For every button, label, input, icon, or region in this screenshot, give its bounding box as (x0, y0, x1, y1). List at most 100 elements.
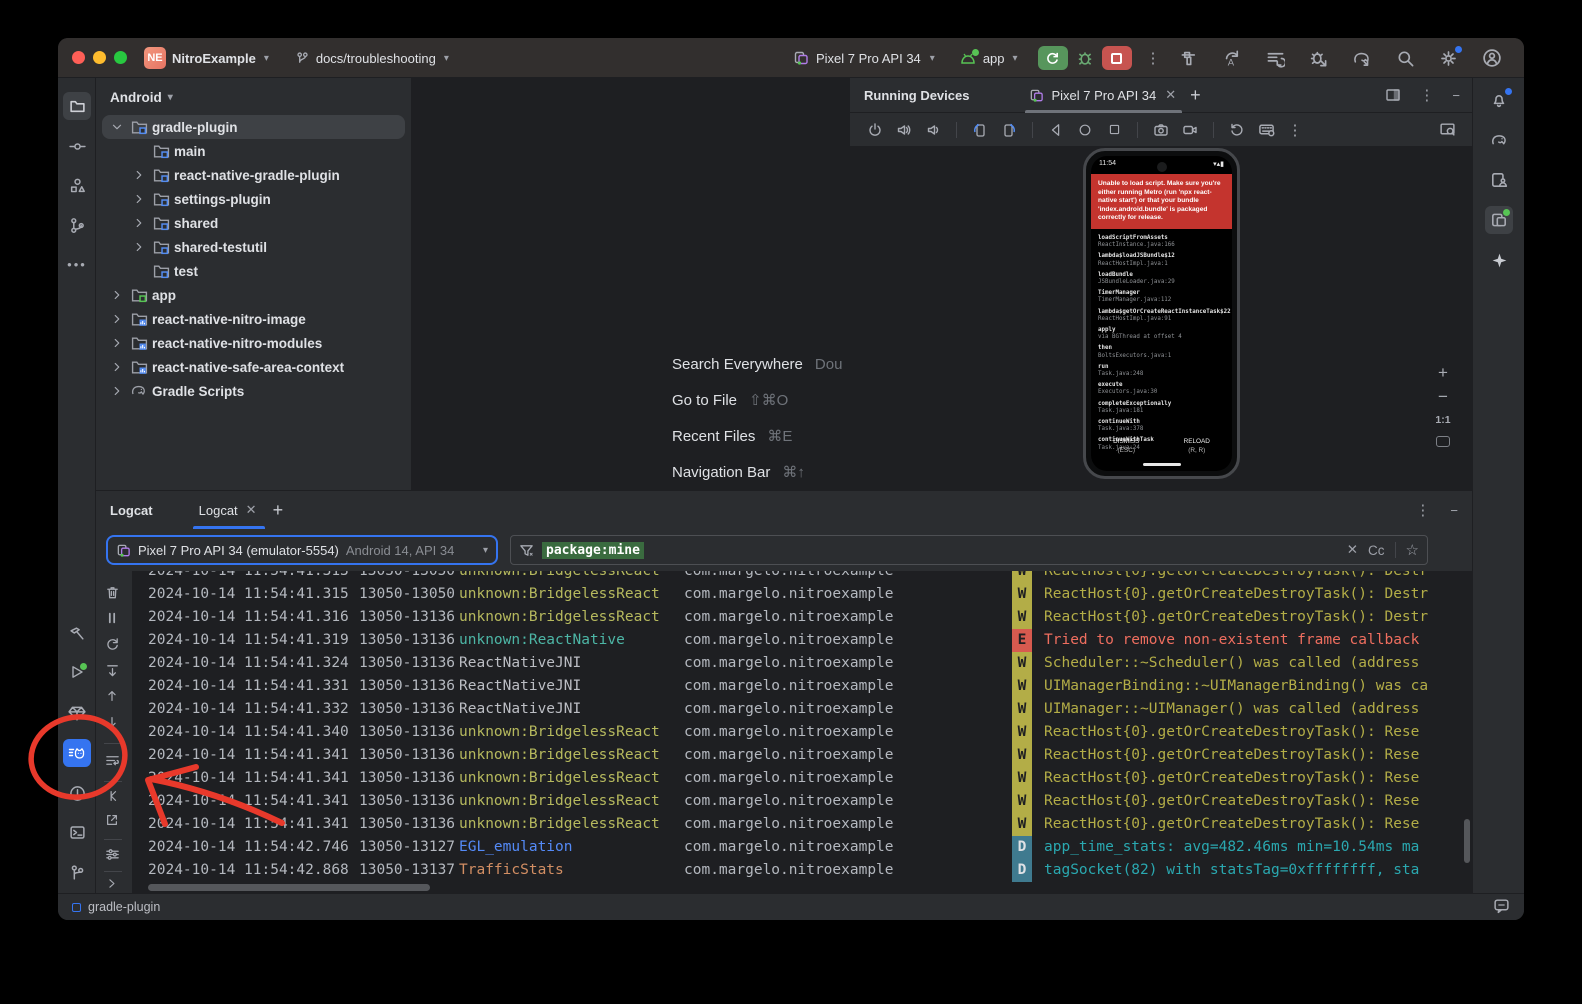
log-row[interactable]: 2024-10-14 11:54:42.74613050-13127EGL_em… (132, 836, 1472, 859)
vertical-scrollbar[interactable] (1464, 819, 1470, 863)
attach-debugger-button[interactable] (1309, 49, 1328, 68)
new-logcat-tab-button[interactable]: + (265, 500, 292, 521)
git-tool-button[interactable] (63, 211, 91, 239)
build-button[interactable] (1180, 49, 1199, 68)
filter-query[interactable]: package:mine (542, 542, 644, 559)
match-case-toggle[interactable]: Cc (1368, 543, 1385, 558)
pause-logcat-button[interactable] (105, 611, 119, 628)
snapshot-button[interactable] (1226, 119, 1248, 141)
chevron-right-icon[interactable] (128, 192, 150, 206)
log-row[interactable]: 2024-10-14 11:54:41.31513050-13050unknow… (132, 583, 1472, 606)
hide-panel-button[interactable]: − (1452, 88, 1460, 103)
log-row[interactable]: 2024-10-14 11:54:41.32413050-13136ReactN… (132, 652, 1472, 675)
quick-feedback-button[interactable] (1493, 897, 1510, 917)
tree-item-react-native-nitro-modules[interactable]: react-native-nitro-modules (102, 331, 405, 355)
volume-up-button[interactable] (893, 119, 915, 141)
tree-item-react-native-nitro-image[interactable]: react-native-nitro-image (102, 307, 405, 331)
project-selector[interactable]: NitroExample (172, 51, 256, 66)
more-gutter-actions-icon[interactable] (105, 877, 118, 893)
editor-area[interactable]: Search EverywhereDouGo to File⇧⌘ORecent … (412, 78, 850, 490)
app-quality-insights-tool-button[interactable] (63, 699, 91, 727)
zoom-out-button[interactable]: − (1438, 390, 1448, 404)
log-row[interactable]: 2024-10-14 11:54:41.34113050-13136unknow… (132, 813, 1472, 836)
stop-button[interactable] (1102, 46, 1132, 70)
volume-down-button[interactable] (922, 119, 944, 141)
tree-item-app[interactable]: app (102, 283, 405, 307)
problems-tool-button[interactable] (63, 779, 91, 807)
clear-logcat-button[interactable] (105, 585, 120, 603)
zoom-in-button[interactable]: + (1438, 366, 1448, 380)
layout-icon[interactable] (1385, 87, 1401, 103)
rerun-button[interactable] (1038, 46, 1068, 70)
chevron-right-icon[interactable] (106, 336, 128, 350)
maximize-window-button[interactable] (114, 51, 127, 64)
display-settings-button[interactable] (1436, 119, 1458, 141)
screen-record-button[interactable] (1179, 119, 1201, 141)
search-everywhere-button[interactable] (1396, 49, 1415, 68)
tree-item-react-native-gradle-plugin[interactable]: react-native-gradle-plugin (102, 163, 405, 187)
sync-project-button[interactable]: A (1223, 49, 1242, 68)
build-tool-button[interactable] (63, 619, 91, 647)
chevron-right-icon[interactable] (128, 168, 150, 182)
close-window-button[interactable] (72, 51, 85, 64)
tree-item-gradle-plugin[interactable]: gradle-plugin (102, 115, 405, 139)
logcat-filter-field[interactable]: package:mine ✕ Cc ☆ (510, 535, 1428, 565)
soft-wrap-button[interactable] (105, 753, 120, 771)
chevron-right-icon[interactable] (106, 288, 128, 302)
chevron-right-icon[interactable] (106, 360, 128, 374)
debug-button[interactable] (1076, 49, 1094, 67)
logcat-tool-button[interactable] (63, 739, 91, 767)
device-selector[interactable]: Pixel 7 Pro API 34 ▾ (793, 50, 937, 66)
device-more-options-icon[interactable]: ⋮ (1284, 119, 1306, 141)
run-configuration-selector[interactable]: app ▾ (959, 51, 1020, 66)
tree-item-react-native-safe-area-context[interactable]: react-native-safe-area-context (102, 355, 405, 379)
log-output[interactable]: 2024-10-14 11:54:41.31313050-13050unknow… (132, 571, 1472, 893)
hardware-input-button[interactable] (1255, 119, 1277, 141)
scroll-to-end-button[interactable] (105, 663, 120, 681)
assistant-tool-button[interactable] (1485, 246, 1513, 274)
project-tool-button[interactable] (63, 92, 91, 120)
minimize-window-button[interactable] (93, 51, 106, 64)
vcs-branch-widget[interactable]: docs/troubleshooting ▾ (295, 51, 451, 66)
next-message-button[interactable] (105, 715, 119, 732)
tree-item-settings-plugin[interactable]: settings-plugin (102, 187, 405, 211)
logcat-settings-button[interactable] (105, 847, 120, 865)
panel-options-icon[interactable]: ⋮ (1417, 86, 1436, 104)
log-row[interactable]: 2024-10-14 11:54:41.34113050-13136unknow… (132, 767, 1472, 790)
reload-button[interactable]: RELOAD (R, R) (1184, 437, 1210, 455)
overview-button[interactable] (1103, 119, 1125, 141)
more-tools-button[interactable]: ••• (63, 250, 91, 278)
emulator-device[interactable]: 11:54 ▾▴▮ Unable to load script. Make su… (1083, 148, 1240, 479)
export-button[interactable] (105, 813, 119, 830)
run-tool-button[interactable] (63, 658, 91, 686)
favorite-filter-icon[interactable]: ☆ (1406, 541, 1419, 559)
hide-panel-button[interactable]: − (1450, 503, 1458, 518)
gradle-sync-button[interactable] (1352, 49, 1372, 68)
tree-item-test[interactable]: test (102, 259, 405, 283)
horizontal-scrollbar[interactable] (148, 884, 430, 891)
tree-item-Gradle Scripts[interactable]: Gradle Scripts (102, 379, 405, 403)
vcs-tool-button[interactable] (63, 858, 91, 886)
previous-message-button[interactable] (105, 689, 119, 706)
log-row[interactable]: 2024-10-14 11:54:42.86813050-13137Traffi… (132, 859, 1472, 882)
chevron-right-icon[interactable] (128, 240, 150, 254)
clear-filter-icon[interactable]: ✕ (1347, 542, 1358, 558)
device-manager-tool-button[interactable] (1485, 166, 1513, 194)
settings-button[interactable] (1439, 49, 1458, 68)
logcat-device-selector[interactable]: Pixel 7 Pro API 34 (emulator-5554) Andro… (106, 535, 498, 565)
screenshot-button[interactable] (1150, 119, 1172, 141)
chevron-down-icon[interactable] (106, 120, 128, 134)
log-row[interactable]: 2024-10-14 11:54:41.31613050-13136unknow… (132, 606, 1472, 629)
terminal-tool-button[interactable] (63, 818, 91, 846)
back-button[interactable] (1045, 119, 1067, 141)
tree-item-main[interactable]: main (102, 139, 405, 163)
tree-item-shared-testutil[interactable]: shared-testutil (102, 235, 405, 259)
chevron-right-icon[interactable] (106, 384, 128, 398)
close-tab-icon[interactable]: ✕ (1163, 87, 1178, 103)
profile-button[interactable] (1482, 48, 1502, 68)
chevron-right-icon[interactable] (128, 216, 150, 230)
log-row[interactable]: 2024-10-14 11:54:41.34113050-13136unknow… (132, 790, 1472, 813)
collapse-button[interactable] (105, 789, 119, 806)
tree-item-shared[interactable]: shared (102, 211, 405, 235)
power-button[interactable] (864, 119, 886, 141)
